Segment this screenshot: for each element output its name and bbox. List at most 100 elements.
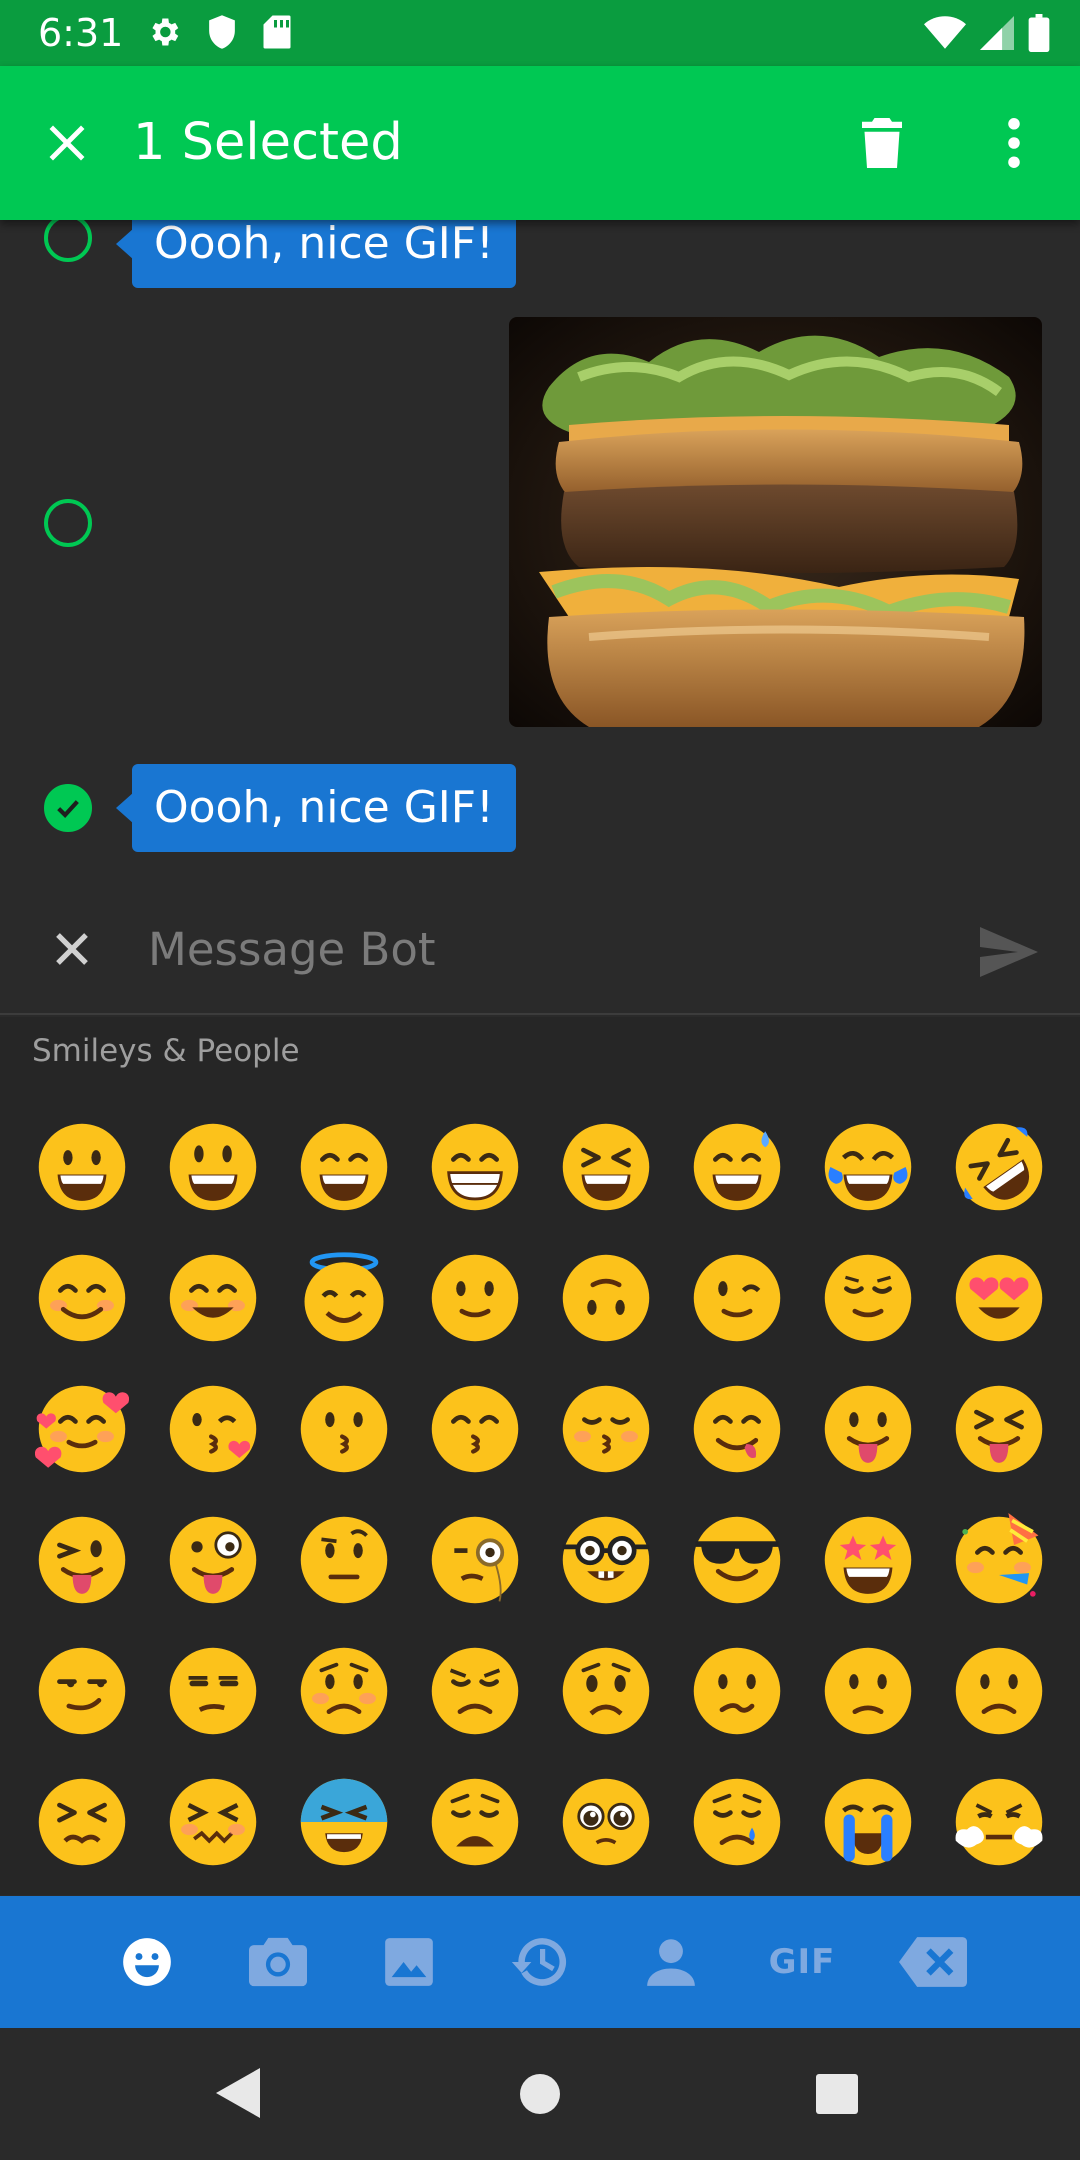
tab-emoji[interactable] <box>82 1896 213 2028</box>
smirk-emoji-icon <box>38 1647 125 1734</box>
emoji-slight-frown[interactable] <box>802 1625 933 1756</box>
message-bubble[interactable]: Oooh, nice GIF! <box>116 220 516 288</box>
backspace-button[interactable] <box>868 1896 999 2028</box>
emoji-worried[interactable] <box>540 1625 671 1756</box>
check-icon <box>57 800 79 819</box>
persevere-emoji-icon <box>38 1778 125 1865</box>
emoji-heart-eyes[interactable] <box>933 1232 1064 1363</box>
emoji-squint-tongue[interactable] <box>933 1363 1064 1494</box>
emoji-kissing-closed-eyes[interactable] <box>540 1363 671 1494</box>
emoji-raised-eyebrow[interactable] <box>278 1494 409 1625</box>
emoji-frowning[interactable] <box>933 1625 1064 1756</box>
relieved-emoji-icon <box>824 1254 911 1341</box>
emoji-sweat-smile[interactable] <box>671 1101 802 1232</box>
more-vert-icon <box>1008 118 1020 168</box>
emoji-kissing-smiling-eyes[interactable] <box>409 1363 540 1494</box>
message-text: Oooh, nice GIF! <box>154 220 494 269</box>
emoji-kissing[interactable] <box>278 1363 409 1494</box>
emoji-laughing[interactable] <box>540 1101 671 1232</box>
person-icon <box>647 1939 695 1986</box>
message-input[interactable] <box>148 907 948 991</box>
emoji-innocent[interactable] <box>278 1232 409 1363</box>
zany-emoji-icon <box>169 1516 256 1603</box>
wink-emoji-icon <box>693 1254 780 1341</box>
close-selection-button[interactable] <box>38 114 96 172</box>
emoji-disappointed-relieved[interactable] <box>671 1756 802 1887</box>
close-icon <box>49 125 85 161</box>
emoji-triumph[interactable] <box>933 1756 1064 1887</box>
close-emoji-button[interactable] <box>46 923 98 975</box>
emoji-star-struck[interactable] <box>802 1494 933 1625</box>
tab-camera[interactable] <box>213 1896 344 2028</box>
emoji-slight-smile[interactable] <box>409 1232 540 1363</box>
emoji-smirk[interactable] <box>16 1625 147 1756</box>
nav-home-button[interactable] <box>520 2074 560 2118</box>
emoji-confounded[interactable] <box>147 1756 278 1887</box>
gif-message[interactable] <box>509 317 1042 727</box>
emoji-category-title: Smileys & People <box>32 1033 300 1069</box>
tab-recent[interactable] <box>475 1896 606 2028</box>
emoji-disappointed-worried[interactable] <box>278 1625 409 1756</box>
message-bubble-selected[interactable]: Oooh, nice GIF! <box>116 764 516 852</box>
tab-gif[interactable]: GIF <box>737 1896 868 2028</box>
tab-people[interactable] <box>606 1896 737 2028</box>
emoji-smiley[interactable] <box>147 1101 278 1232</box>
send-button[interactable] <box>978 925 1040 979</box>
emoji-happy-blush[interactable] <box>147 1232 278 1363</box>
emoji-tired-cold[interactable] <box>278 1756 409 1887</box>
message-select-checkbox[interactable] <box>44 220 92 262</box>
burger-image <box>509 317 1042 727</box>
emoji-blush[interactable] <box>16 1232 147 1363</box>
smile-emoji-icon <box>300 1123 387 1210</box>
emoji-grin[interactable] <box>409 1101 540 1232</box>
emoji-smiling-hearts[interactable] <box>16 1363 147 1494</box>
emoji-picker: Smileys & People <box>0 1017 1080 1895</box>
emoji-rofl[interactable] <box>933 1101 1064 1232</box>
more-options-button[interactable] <box>996 110 1032 176</box>
emoji-sunglasses[interactable] <box>671 1494 802 1625</box>
sweat-smile-emoji-icon <box>693 1123 780 1210</box>
smiley-emoji-icon <box>169 1123 256 1210</box>
nav-back-button[interactable] <box>216 2068 260 2122</box>
emoji-kissing-heart[interactable] <box>147 1363 278 1494</box>
pleading-emoji-icon <box>562 1778 649 1865</box>
close-icon <box>56 933 88 965</box>
emoji-weary[interactable] <box>409 1756 540 1887</box>
emoji-wink[interactable] <box>671 1232 802 1363</box>
status-time: 6:31 <box>38 11 124 55</box>
emoji-sob[interactable] <box>802 1756 933 1887</box>
partying-emoji-icon <box>955 1512 1042 1603</box>
emoji-grinning[interactable] <box>16 1101 147 1232</box>
emoji-tongue[interactable] <box>802 1363 933 1494</box>
emoji-pensive[interactable] <box>409 1625 540 1756</box>
system-nav-bar <box>0 2028 1080 2160</box>
message-select-checkbox[interactable] <box>44 499 92 547</box>
emoji-smile[interactable] <box>278 1101 409 1232</box>
nav-recents-button[interactable] <box>816 2074 858 2118</box>
emoji-unamused[interactable] <box>147 1625 278 1756</box>
delete-button[interactable] <box>856 110 908 176</box>
emoji-monocle[interactable] <box>409 1494 540 1625</box>
emoji-partying[interactable] <box>933 1494 1064 1625</box>
gif-icon: GIF <box>768 1942 836 1982</box>
tab-gallery[interactable] <box>344 1896 475 2028</box>
emoji-upside-down[interactable] <box>540 1232 671 1363</box>
disappointed-relieved-emoji-icon <box>693 1778 780 1865</box>
emoji-nerd[interactable] <box>540 1494 671 1625</box>
emoji-joy[interactable] <box>802 1101 933 1232</box>
emoji-yum[interactable] <box>671 1363 802 1494</box>
emoji-zany[interactable] <box>147 1494 278 1625</box>
sunglasses-emoji-icon <box>693 1516 780 1603</box>
emoji-persevere[interactable] <box>16 1756 147 1887</box>
message-select-checkbox-checked[interactable] <box>44 784 92 832</box>
emoji-wink-tongue[interactable] <box>16 1494 147 1625</box>
message-list[interactable]: Oooh, nice GIF! Oooh, nice GIF! <box>0 220 1080 887</box>
star-struck-emoji-icon <box>824 1516 911 1603</box>
smiling-hearts-emoji-icon <box>34 1385 129 1472</box>
emoji-confused[interactable] <box>671 1625 802 1756</box>
backspace-icon <box>899 1937 967 1987</box>
wink-tongue-emoji-icon <box>38 1516 125 1603</box>
emoji-pleading[interactable] <box>540 1756 671 1887</box>
emoji-relieved[interactable] <box>802 1232 933 1363</box>
sd-card-icon <box>262 14 292 50</box>
